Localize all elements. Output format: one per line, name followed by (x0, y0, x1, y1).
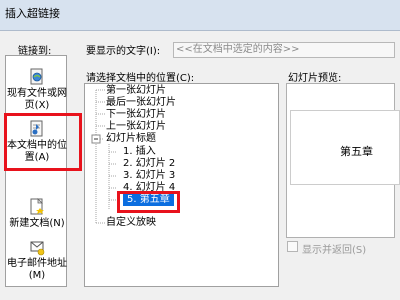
tree-item-slide-1[interactable]: 1. 插入 (123, 146, 156, 158)
email-icon (29, 238, 45, 256)
link-option-new-document[interactable]: 新建文档(N) (6, 198, 68, 230)
tree-item-custom-shows[interactable]: 自定义放映 (106, 217, 156, 229)
display-text-value: <<在文档中选定的内容>> (176, 44, 300, 55)
link-option-existing-file[interactable]: 现有文件或网页(X) (6, 68, 68, 112)
tree-item-slide-titles[interactable]: 幻灯片标题 (106, 133, 156, 145)
new-document-icon (29, 198, 45, 216)
selected-option-highlight (4, 113, 82, 171)
dialog-title: 插入超链接 (5, 7, 60, 20)
slide-preview: 第五章 (290, 110, 400, 185)
link-option-label: 电子邮件地址(M) (7, 258, 67, 281)
link-option-label: 新建文档(N) (9, 218, 65, 229)
tree-item-last-slide[interactable]: 最后一张幻灯片 (106, 97, 176, 109)
show-return-checkbox[interactable] (287, 241, 298, 252)
tree-item-slide-3[interactable]: 3. 幻灯片 3 (123, 170, 175, 182)
display-text-field[interactable]: <<在文档中选定的内容>> (173, 42, 395, 58)
tree-item-slide-2[interactable]: 2. 幻灯片 2 (123, 158, 175, 170)
show-return-label: 显示并返回(S) (302, 245, 367, 256)
link-option-email[interactable]: 电子邮件地址(M) (6, 238, 68, 282)
slide-preview-text: 第五章 (340, 145, 373, 158)
selected-item-highlight (117, 191, 180, 213)
preview-label: 幻灯片预览: (288, 73, 342, 84)
tree-item-first-slide[interactable]: 第一张幻灯片 (106, 85, 166, 97)
document-place-tree[interactable]: 第一张幻灯片 最后一张幻灯片 下一张幻灯片 上一张幻灯片 幻灯片标题 1. 插入… (84, 83, 279, 287)
tree-item-previous-slide[interactable]: 上一张幻灯片 (106, 121, 166, 133)
display-text-label: 要显示的文字(I): (86, 46, 161, 57)
tree-item-next-slide[interactable]: 下一张幻灯片 (106, 109, 166, 121)
link-to-panel: 现有文件或网页(X) 本文档中的位置(A) 新建文档(N) 电子邮件地址(M) (5, 55, 67, 287)
place-label: 请选择文档中的位置(C): (86, 73, 195, 84)
link-option-label: 现有文件或网页(X) (7, 88, 67, 111)
title-bar[interactable]: 插入超链接 (0, 0, 400, 31)
web-page-icon (29, 68, 45, 86)
